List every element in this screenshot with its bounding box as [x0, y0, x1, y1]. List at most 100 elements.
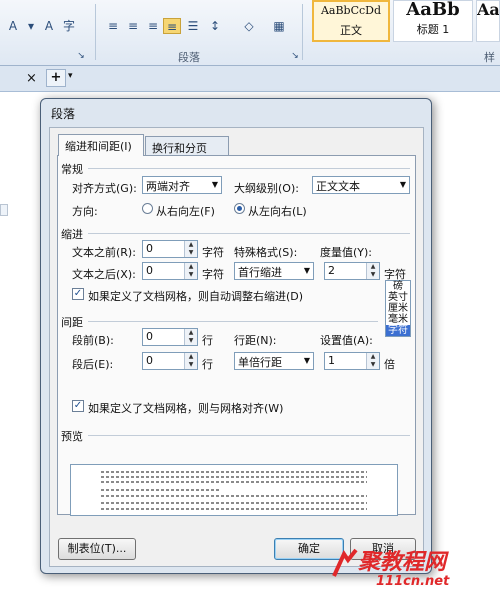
tab-indents-spacing[interactable]: 缩进和间距(I) [58, 134, 144, 156]
auto-adjust-right-indent-label: 如果定义了文档网格，则自动调整右缩进(D) [88, 290, 304, 303]
spin-up-icon[interactable]: ▲ [185, 353, 197, 361]
font-color-icon[interactable]: A [4, 18, 22, 34]
document-tab-strip: × + ▾ [0, 66, 500, 92]
unit-option[interactable]: 英寸 [386, 292, 410, 303]
outline-level-select[interactable]: 正文文本 ▼ [312, 176, 410, 194]
dialog-title: 段落 [51, 107, 76, 121]
ribbon: A ▾ A 字 ≡ ≡ ≡ ≡ ☰ ↕ ◇ ▦ 段落 ↘ ↘ AaBbCcDd … [0, 0, 500, 80]
snap-to-grid-label: 如果定义了文档网格，则与网格对齐(W) [88, 402, 284, 415]
indent-after-input[interactable]: 0 ▲ ▼ [142, 262, 198, 280]
spacing-after-input[interactable]: 0 ▲ ▼ [142, 352, 198, 370]
indent-after-unit: 字符 [202, 268, 224, 281]
direction-ltr-radio[interactable] [234, 203, 245, 214]
distributed-align-icon[interactable]: ☰ [184, 18, 202, 34]
spin-down-icon[interactable]: ▼ [185, 337, 197, 345]
spacing-after-unit: 行 [202, 358, 213, 371]
spin-up-icon[interactable]: ▲ [185, 241, 197, 249]
style-name: 正文 [340, 24, 362, 37]
spin-down-icon[interactable]: ▼ [185, 271, 197, 279]
style-normal[interactable]: AaBbCcDd 正文 [312, 0, 390, 42]
spin-buttons[interactable]: ▲ ▼ [184, 329, 197, 345]
dialog-client-area: 缩进和间距(I) 换行和分页(P) 常规 对齐方式(G): 两端对齐 ▼ 大纲级… [49, 127, 424, 567]
snap-to-grid-checkbox[interactable]: ✓ [72, 400, 84, 412]
shading-icon[interactable]: ◇ [240, 18, 258, 34]
spin-down-icon[interactable]: ▼ [185, 361, 197, 369]
tab-panel: 常规 对齐方式(G): 两端对齐 ▼ 大纲级别(O): 正文文本 ▼ 方向: 从… [57, 155, 416, 515]
new-tab-icon[interactable]: + [46, 69, 66, 87]
close-tab-icon[interactable]: × [26, 71, 37, 86]
spin-buttons[interactable]: ▲ ▼ [184, 241, 197, 257]
unit-option[interactable]: 厘米 [386, 303, 410, 314]
section-divider [88, 321, 378, 322]
style-sample: AaBb [406, 0, 460, 20]
tab-line-page-breaks[interactable]: 换行和分页(P) [145, 136, 229, 169]
line-spacing-select[interactable]: 单倍行距 ▼ [234, 352, 314, 370]
indent-before-label: 文本之前(R): [72, 246, 136, 259]
dropdown-arrow-icon: ▼ [303, 356, 310, 365]
watermark-url: 111cn.net [376, 574, 450, 589]
borders-icon[interactable]: ▦ [270, 18, 288, 34]
special-format-select[interactable]: 首行缩进 ▼ [234, 262, 314, 280]
justify-icon[interactable]: ≡ [163, 18, 181, 34]
indent-before-input[interactable]: 0 ▲ ▼ [142, 240, 198, 258]
align-left-icon[interactable]: ≡ [104, 18, 122, 34]
indent-after-value: 0 [146, 264, 153, 277]
section-divider [88, 435, 410, 436]
special-format-label: 特殊格式(S): [234, 246, 298, 259]
spin-up-icon[interactable]: ▲ [367, 353, 379, 361]
preview-line [101, 476, 367, 478]
spacing-before-unit: 行 [202, 334, 213, 347]
set-value-input[interactable]: 1 ▲ ▼ [324, 352, 380, 370]
style-heading-2[interactable]: Aa [476, 0, 500, 42]
spin-buttons[interactable]: ▲ ▼ [366, 353, 379, 369]
special-format-value: 首行缩进 [238, 266, 282, 279]
line-spacing-icon[interactable]: ↕ [206, 18, 224, 34]
spin-up-icon[interactable]: ▲ [185, 329, 197, 337]
spin-up-icon[interactable]: ▲ [185, 263, 197, 271]
style-sample: Aa [477, 0, 500, 19]
unit-option[interactable]: 毫米 [386, 314, 410, 325]
align-center-icon[interactable]: ≡ [124, 18, 142, 34]
style-name: 标题 1 [416, 23, 450, 36]
direction-rtl-label: 从右向左(F) [156, 205, 215, 218]
spacing-before-input[interactable]: 0 ▲ ▼ [142, 328, 198, 346]
spacing-before-value: 0 [146, 330, 153, 343]
spin-buttons[interactable]: ▲ ▼ [184, 263, 197, 279]
align-right-icon[interactable]: ≡ [144, 18, 162, 34]
set-value-value: 1 [328, 354, 335, 367]
preview-line [101, 508, 367, 510]
dropdown-arrow-icon: ▼ [399, 180, 406, 189]
font-dialog-launcher-icon[interactable]: ↘ [72, 48, 90, 64]
tabs-button[interactable]: 制表位(T)... [58, 538, 136, 560]
direction-rtl-radio[interactable] [142, 203, 153, 214]
spin-up-icon[interactable]: ▲ [367, 263, 379, 271]
outline-level-value: 正文文本 [316, 180, 360, 193]
paragraph-dialog: 段落 缩进和间距(I) 换行和分页(P) 常规 对齐方式(G): 两端对齐 ▼ … [40, 98, 432, 574]
indent-after-label: 文本之后(X): [72, 268, 136, 281]
spin-buttons[interactable]: ▲ ▼ [184, 353, 197, 369]
measure-input[interactable]: 2 ▲ ▼ [324, 262, 380, 280]
spin-down-icon[interactable]: ▼ [367, 271, 379, 279]
unit-dropdown-list[interactable]: 磅 英寸 厘米 毫米 字符 [385, 280, 411, 337]
unit-option[interactable]: 磅 [386, 281, 410, 292]
dropdown-arrow-icon: ▼ [303, 266, 310, 275]
spacing-section-title: 间距 [61, 316, 83, 329]
ribbon-separator [302, 4, 303, 60]
spin-down-icon[interactable]: ▼ [367, 361, 379, 369]
dropdown-arrow-icon[interactable]: ▾ [22, 18, 40, 34]
spin-down-icon[interactable]: ▼ [185, 249, 197, 257]
spin-buttons[interactable]: ▲ ▼ [366, 263, 379, 279]
unit-option-selected[interactable]: 字符 [386, 325, 410, 336]
watermark-logo-icon [332, 548, 358, 577]
alignment-select[interactable]: 两端对齐 ▼ [142, 176, 222, 194]
set-value-unit: 倍 [384, 358, 395, 371]
tab-menu-arrow-icon[interactable]: ▾ [68, 71, 73, 81]
highlight-icon[interactable]: A [40, 18, 58, 34]
line-spacing-value: 单倍行距 [238, 356, 282, 369]
measure-label: 度量值(Y): [320, 246, 373, 259]
style-heading-1[interactable]: AaBb 标题 1 [393, 0, 473, 42]
phonetic-guide-icon[interactable]: 字 [60, 18, 78, 34]
watermark-title: 聚教程网 [358, 549, 447, 575]
site-watermark: 聚教程网 111cn.net [330, 540, 500, 599]
auto-adjust-right-indent-checkbox[interactable]: ✓ [72, 288, 84, 300]
